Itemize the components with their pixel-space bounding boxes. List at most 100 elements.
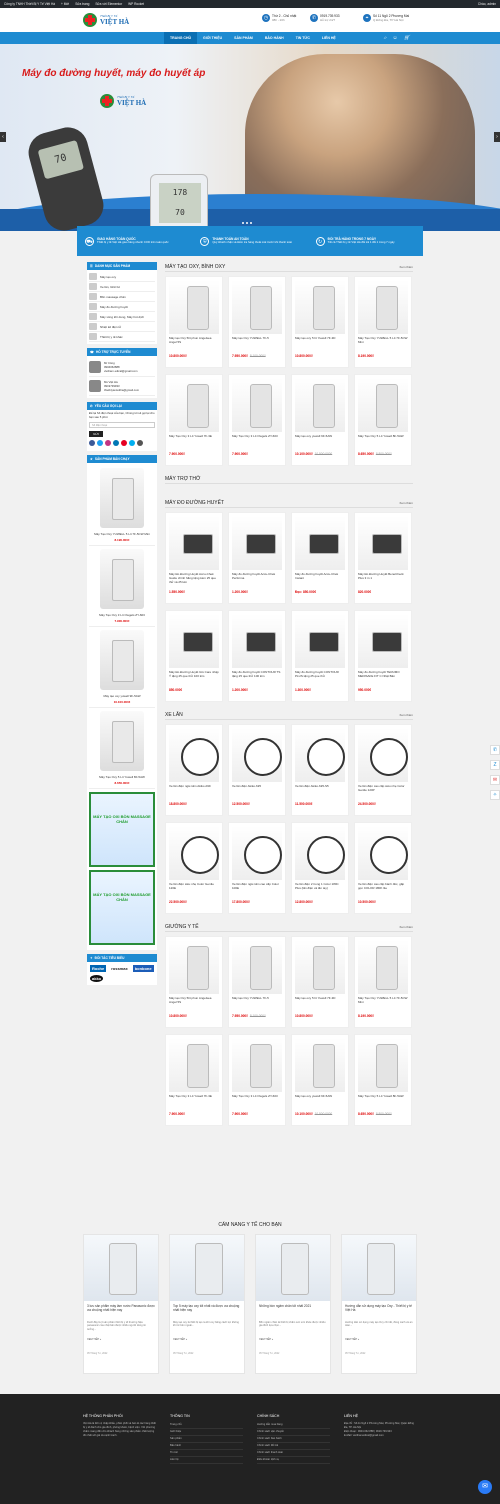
product-card[interactable]: Máy Tạo Oxy 3 Lít Yuwell 7F-3E 7.900.000₫ bbox=[165, 1034, 223, 1126]
product-image[interactable] bbox=[232, 378, 282, 432]
product-card[interactable]: Máy tạo Oxy YUWELL 7F-5 7.950.000₫ 8.100.0… bbox=[228, 936, 286, 1028]
messenger-float-icon[interactable]: ✧ bbox=[490, 790, 500, 800]
product-card[interactable]: Máy tạo Oxy YUWELL 7F-5 7.950.000₫ 8.100.0… bbox=[228, 276, 286, 368]
product-image[interactable] bbox=[295, 378, 345, 432]
product-image[interactable] bbox=[169, 940, 219, 994]
product-image[interactable] bbox=[295, 280, 345, 334]
product-image[interactable] bbox=[169, 826, 219, 880]
footer-link[interactable]: Chính sách thanh toán bbox=[257, 1450, 330, 1457]
category-item[interactable]: Bồn massage chân bbox=[89, 292, 155, 302]
admin-bar-item[interactable]: Sửa với Elementor bbox=[95, 2, 122, 6]
product-name[interactable]: Xe lăn điện Akiko A95 bbox=[232, 785, 282, 800]
footer-link[interactable]: Sản phẩm bbox=[170, 1436, 243, 1443]
post-title[interactable]: Hướng dẫn sử dụng máy tạo Oxy - Thiết bị… bbox=[342, 1301, 416, 1321]
admin-greeting[interactable]: Chào, admin bbox=[478, 2, 496, 6]
see-more-link[interactable]: Xem thêm bbox=[399, 713, 413, 717]
product-name[interactable]: Xe lăn điện cao cấp siêu nhẹ Color Gentl… bbox=[358, 785, 408, 800]
product-image[interactable] bbox=[232, 1038, 282, 1092]
product-card[interactable]: Máy Tạo Oxy 3 Lít Yuwell 7F-3E 7.900.000₫ bbox=[165, 374, 223, 466]
footer-link[interactable]: Trang chủ bbox=[170, 1422, 243, 1429]
product-name[interactable]: Máy tạo Oxy YUWELL 7F-5 bbox=[232, 997, 282, 1012]
product-name[interactable]: Máy tạo Oxy YUWELL 7F-5 bbox=[232, 337, 282, 352]
product-image[interactable] bbox=[295, 614, 345, 668]
product-name[interactable]: Máy Tạo Oxy 3 Lít Yuwell 7F-3E bbox=[169, 1095, 219, 1110]
nav-item-home[interactable]: TRANG CHỦ bbox=[164, 32, 197, 44]
footer-link[interactable]: Tin tức bbox=[170, 1450, 243, 1457]
product-image[interactable] bbox=[169, 614, 219, 668]
zalo-float-icon[interactable]: Z bbox=[490, 760, 500, 770]
post-title[interactable]: Những bồn ngâm chân tốt nhất 2021 bbox=[256, 1301, 330, 1321]
admin-bar-item[interactable]: WP Rocket bbox=[128, 2, 144, 6]
product-image[interactable] bbox=[295, 826, 345, 880]
nav-item-news[interactable]: TIN TỨC bbox=[290, 32, 316, 44]
product-card[interactable]: Xe lăn điện cao cấp bánh đúc, gấp gọn CO… bbox=[354, 822, 412, 914]
product-image[interactable] bbox=[169, 280, 219, 334]
product-name[interactable]: Xe lăn điện 2 trong 1 Color 180C Plus (l… bbox=[295, 883, 345, 898]
product-name[interactable]: Máy Tạo Oxy 3 Lít Yuwell 7F-3E bbox=[169, 435, 219, 450]
admin-bar-item[interactable]: + Mới bbox=[61, 2, 69, 6]
product-card[interactable]: Máy tạo oxy 5 lít Yuwell 7F-3D 10.800.000… bbox=[291, 276, 349, 368]
footer-email[interactable]: E-Mail: vietthamedical@gmail.com bbox=[344, 1434, 417, 1438]
nav-item-about[interactable]: GIỚI THIỆU bbox=[197, 32, 228, 44]
nav-item-products[interactable]: SẢN PHẨM bbox=[228, 32, 259, 44]
product-name[interactable]: Máy đo đường huyết CONTOUR TS tặng 25 qu… bbox=[232, 671, 282, 686]
product-card[interactable]: Máy Tạo Oxy YUWELL 5 Lít 7F-5CW Mini 8.19… bbox=[354, 276, 412, 368]
user-icon[interactable]: ☺ bbox=[393, 32, 398, 44]
product-card[interactable]: Xe lăn điện 2 trong 1 Color 180C Plus (l… bbox=[291, 822, 349, 914]
footer-link[interactable]: Liên hệ bbox=[170, 1457, 243, 1464]
product-name[interactable]: Máy Tạo Oxy 3 Lít Owgels ZY-603 bbox=[232, 1095, 282, 1110]
product-image[interactable] bbox=[358, 280, 408, 334]
product-card[interactable]: Máy đo đường huyết CONTOUR TS tặng 25 qu… bbox=[228, 610, 286, 702]
product-image[interactable] bbox=[295, 728, 345, 782]
post-image[interactable] bbox=[342, 1235, 416, 1301]
product-card[interactable]: Máy Tạo Oxy YUWELL 5 Lít 7F-5CW Mini 8.19… bbox=[354, 936, 412, 1028]
product-card[interactable]: Máy Đo Đường Huyết GG Care nhập Ý tặng 2… bbox=[165, 610, 223, 702]
footer-link[interactable]: Bảo hành bbox=[170, 1443, 243, 1450]
cart-icon[interactable]: 🛒︎ bbox=[404, 32, 410, 44]
product-name[interactable]: Xe lăn điện ngả nằm Akiko A99 bbox=[169, 785, 219, 800]
facebook-icon[interactable] bbox=[89, 440, 95, 446]
footer-link[interactable]: Giới thiệu bbox=[170, 1429, 243, 1436]
see-more-link[interactable]: Xem thêm bbox=[399, 265, 413, 269]
post-image[interactable] bbox=[170, 1235, 244, 1301]
footer-link[interactable]: Điều khoản dịch vụ bbox=[257, 1457, 330, 1464]
post-title[interactable]: 3 lưu sản phẩm máy làm nước Panasonic đư… bbox=[84, 1301, 158, 1321]
product-card[interactable]: Máy tạo Oxy 5lít phun Angelsea Angel 5S 1… bbox=[165, 276, 223, 368]
product-card[interactable]: Máy đo đường huyết Accu-Chek Instant Đọc:… bbox=[291, 512, 349, 604]
product-card[interactable]: Xe lăn điện ngả nằm Akiko A99 18.800.000₫ bbox=[165, 724, 223, 816]
instagram-icon[interactable] bbox=[105, 440, 111, 446]
chat-bubble-icon[interactable]: ✉ bbox=[478, 1480, 492, 1494]
post-title[interactable]: Top 5 máy tạo oxy tốt nhất và được ưa ch… bbox=[170, 1301, 244, 1321]
product-name[interactable]: Máy Đo Đường Huyết Accu-Chek Guide chính… bbox=[169, 573, 219, 588]
phone-float-icon[interactable]: ✆ bbox=[490, 745, 500, 755]
product-card[interactable]: Máy đo đường huyết TERUMO MEDISAFE FIT C… bbox=[354, 610, 412, 702]
product-name[interactable]: Máy Đo Đường Huyết BeneCheck Plus 3 in 1 bbox=[358, 573, 408, 588]
email-icon[interactable] bbox=[137, 440, 143, 446]
product-card[interactable]: Máy Đo Đường Huyết BeneCheck Plus 3 in 1… bbox=[354, 512, 412, 604]
product-image[interactable] bbox=[232, 826, 282, 880]
nav-item-contact[interactable]: LIÊN HỆ bbox=[316, 32, 342, 44]
category-item[interactable]: Thiết bị y tế khác bbox=[89, 332, 155, 342]
product-name[interactable]: Máy đo đường huyết TERUMO MEDISAFE FIT C… bbox=[358, 671, 408, 686]
product-name[interactable]: Máy Tạo Oxy 5 Lít Yuwell 8F-5AW bbox=[358, 435, 408, 450]
product-name[interactable]: Máy Tạo Oxy YUWELL 5 Lít 7F-5CW Mini bbox=[358, 997, 408, 1012]
skype-icon[interactable] bbox=[129, 440, 135, 446]
product-image[interactable] bbox=[169, 728, 219, 782]
product-card[interactable]: Máy tạo Oxy 5lít phun Angelsea Angel 5S 1… bbox=[165, 936, 223, 1028]
blog-post[interactable]: Top 5 máy tạo oxy tốt nhất và được ưa ch… bbox=[169, 1234, 245, 1374]
product-image[interactable] bbox=[358, 378, 408, 432]
slider-prev-icon[interactable]: ‹ bbox=[0, 132, 6, 142]
product-image[interactable] bbox=[232, 728, 282, 782]
admin-bar-item[interactable]: Công ty TNHH Thiết Bị Y Tế Việt Hà bbox=[4, 2, 55, 6]
product-name[interactable]: Máy đo đường huyết Accu-Chek Instant bbox=[295, 573, 345, 588]
footer-link[interactable]: Hướng dẫn mua hàng bbox=[257, 1422, 330, 1429]
product-name[interactable]: Máy tạo oxy 5 lít Yuwell 7F-3D bbox=[295, 997, 345, 1012]
product-name[interactable]: Máy tạo Oxy 5lít phun Angelsea Angel 5S bbox=[169, 337, 219, 352]
product-card[interactable]: Máy đo đường huyết Accu-Chek Performa 1.2… bbox=[228, 512, 286, 604]
product-card[interactable]: Máy tạo oxy 5 lít Yuwell 7F-3D 10.800.000… bbox=[291, 936, 349, 1028]
see-more-link[interactable]: Xem thêm bbox=[399, 925, 413, 929]
product-card[interactable]: Xe lăn điện Akiko A95 12.500.000₫ bbox=[228, 724, 286, 816]
product-name[interactable]: Máy tạo oxy yuwell 9F-5AW bbox=[295, 435, 345, 450]
bestseller-item[interactable]: Máy Tạo Oxy YUWELL 5 Lít 7F-5CW Mini 8.19… bbox=[89, 465, 155, 546]
product-image[interactable] bbox=[169, 378, 219, 432]
